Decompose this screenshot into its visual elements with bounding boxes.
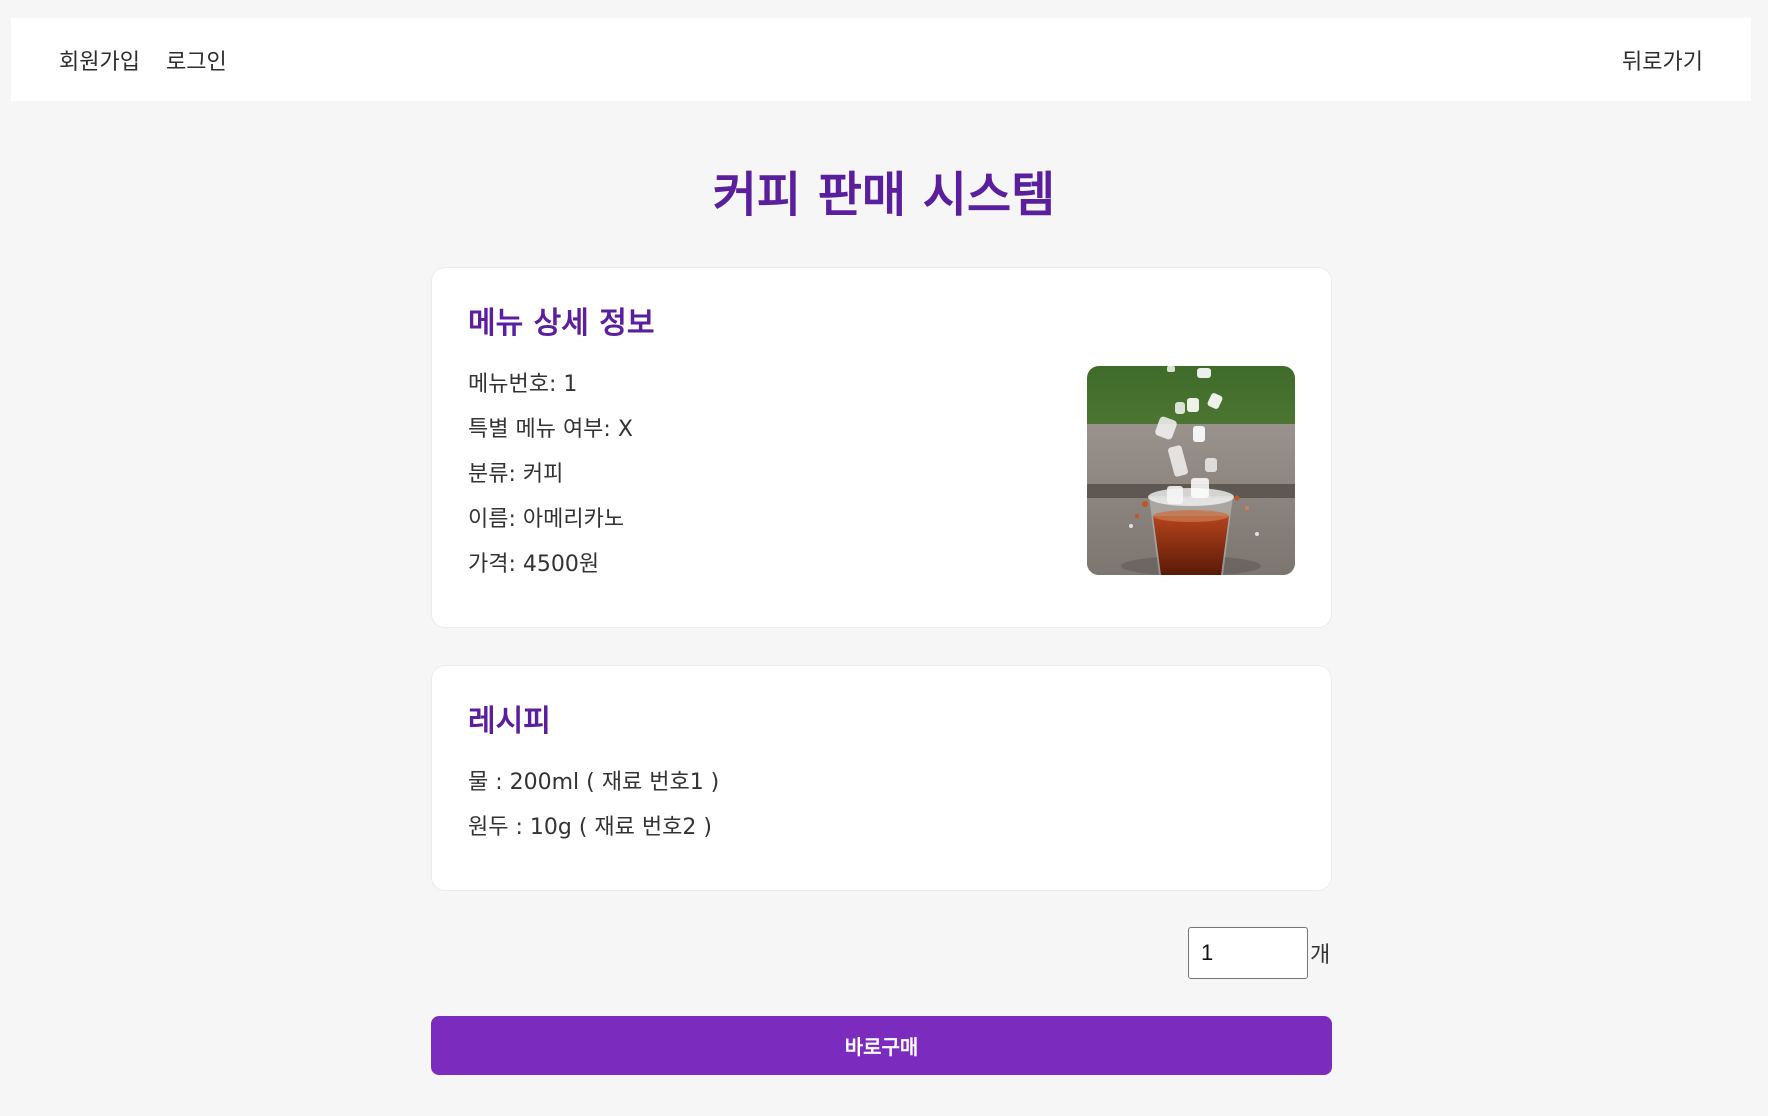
nav-left-group: 회원가입 로그인 — [59, 44, 227, 76]
recipe-title: 레시피 — [468, 704, 551, 739]
iced-americano-photo — [1087, 366, 1295, 575]
recipe-item-beans: 원두 : 10g ( 재료 번호2 ) — [468, 815, 712, 840]
buy-now-button[interactable]: 바로구매 — [431, 1016, 1332, 1075]
recipe-item-water: 물 : 200ml ( 재료 번호1 ) — [468, 770, 720, 795]
page-title: 커피 판매 시스템 — [712, 167, 1056, 223]
back-link[interactable]: 뒤로가기 — [1622, 44, 1703, 76]
signup-link[interactable]: 회원가입 — [59, 44, 140, 76]
quantity-unit: 개 — [1310, 943, 1331, 968]
recipe-list: 물 : 200ml ( 재료 번호1 ) 원두 : 10g ( 재료 번호2 ) — [468, 760, 1295, 850]
recipe-card: 레시피 물 : 200ml ( 재료 번호1 ) 원두 : 10g ( 재료 번… — [431, 665, 1332, 891]
menu-detail-title: 메뉴 상세 정보 — [468, 306, 655, 341]
quantity-row: 개 — [1188, 927, 1330, 979]
login-link[interactable]: 로그인 — [166, 44, 227, 76]
top-navbar: 회원가입 로그인 뒤로가기 — [11, 18, 1751, 101]
menu-detail-card: 메뉴 상세 정보 메뉴번호: 1 특별 메뉴 여부: X 분류: 커피 이름: … — [431, 267, 1332, 628]
quantity-input[interactable] — [1188, 927, 1308, 979]
menu-image — [1087, 366, 1295, 575]
